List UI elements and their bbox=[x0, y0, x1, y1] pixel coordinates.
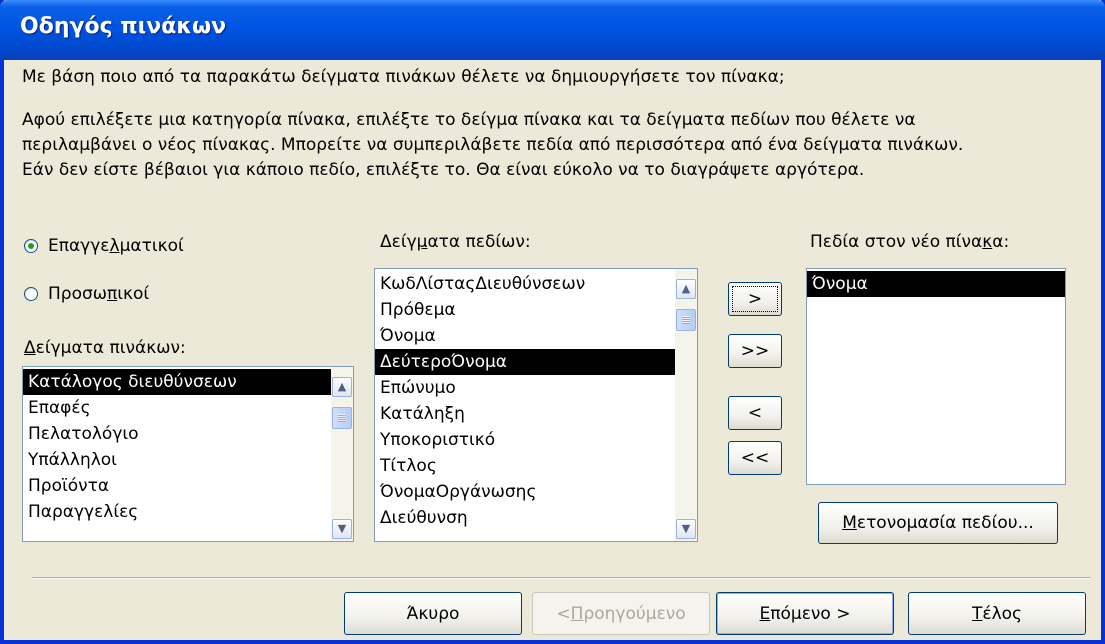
list-item[interactable]: Προϊόντα bbox=[23, 473, 353, 499]
radio-personal[interactable]: Προσωπικοί bbox=[24, 284, 149, 304]
scroll-up-icon[interactable]: ▲ bbox=[676, 279, 696, 299]
scroll-down-icon[interactable]: ▼ bbox=[332, 519, 352, 539]
table-category-group: Επαγγελματικοί Προσωπικοί bbox=[22, 228, 362, 328]
intro-line-3: Εάν δεν είστε βέβαιοι για κάποιο πεδίο, … bbox=[22, 160, 865, 180]
sample-tables-label: Δείγματα πινάκων: bbox=[24, 338, 186, 358]
list-item[interactable]: Όνομα bbox=[375, 323, 697, 349]
list-item[interactable]: ΌνομαΟργάνωσης bbox=[375, 479, 697, 505]
sample-fields-label: Δείγματα πεδίων: bbox=[380, 232, 531, 252]
list-item[interactable]: Κατάληξη bbox=[375, 401, 697, 427]
intro-question: Με βάση ποιο από τα παρακάτω δείγματα πι… bbox=[22, 67, 785, 87]
radio-business[interactable]: Επαγγελματικοί bbox=[24, 236, 184, 256]
finish-button[interactable]: Τέλος bbox=[908, 592, 1086, 635]
list-item[interactable]: ΚωδΛίσταςΔιευθύνσεων bbox=[375, 271, 697, 297]
intro-line-1: Αφού επιλέξετε μια κατηγορία πίνακα, επι… bbox=[22, 110, 916, 130]
list-item[interactable]: Πρόθεμα bbox=[375, 297, 697, 323]
new-table-fields-list[interactable]: Όνομα bbox=[806, 268, 1066, 485]
list-item[interactable]: Επώνυμο bbox=[375, 375, 697, 401]
list-item[interactable]: Κατάλογος διευθύνσεων bbox=[23, 369, 353, 395]
list-item[interactable]: Πελατολόγιο bbox=[23, 421, 353, 447]
scroll-thumb[interactable] bbox=[332, 407, 352, 429]
list-item[interactable]: Παραγγελίες bbox=[23, 499, 353, 525]
add-all-fields-button[interactable]: >> bbox=[728, 334, 782, 368]
list-item[interactable]: Όνομα bbox=[807, 271, 1065, 297]
scroll-thumb[interactable] bbox=[676, 309, 696, 331]
sample-fields-scrollbar[interactable]: ▲ ▼ bbox=[675, 269, 697, 541]
radio-personal-label: Προσωπικοί bbox=[48, 284, 150, 304]
radio-personal-indicator[interactable] bbox=[24, 287, 38, 301]
window-title: Οδηγός πινάκων bbox=[20, 14, 227, 39]
sample-tables-list[interactable]: Κατάλογος διευθύνσεων Επαφές Πελατολόγιο… bbox=[22, 366, 354, 542]
scroll-up-icon[interactable]: ▲ bbox=[332, 377, 352, 397]
list-item[interactable]: ΔεύτεροΌνομα bbox=[375, 349, 697, 375]
back-button[interactable]: < Προηγούμενο bbox=[532, 592, 710, 635]
intro-line-2: περιλαμβάνει ο νέος πίνακας. Μπορείτε να… bbox=[22, 135, 964, 155]
radio-business-label: Επαγγελματικοί bbox=[48, 236, 184, 256]
list-item[interactable]: Υπάλληλοι bbox=[23, 447, 353, 473]
remove-all-fields-button[interactable]: << bbox=[728, 441, 782, 475]
rename-field-button[interactable]: Μετονομασία πεδίου... bbox=[818, 502, 1058, 544]
add-field-button[interactable]: > bbox=[728, 282, 782, 316]
sample-tables-scrollbar[interactable]: ▲ ▼ bbox=[331, 367, 353, 541]
list-item[interactable]: Διεύθυνση bbox=[375, 505, 697, 531]
list-item[interactable]: Τίτλος bbox=[375, 453, 697, 479]
sample-fields-list[interactable]: ΚωδΛίσταςΔιευθύνσεων Πρόθεμα Όνομα Δεύτε… bbox=[374, 268, 698, 542]
new-table-fields-label: Πεδία στον νέο πίνακα: bbox=[810, 232, 1010, 252]
table-wizard-dialog: Οδηγός πινάκων Με βάση ποιο από τα παρακ… bbox=[0, 0, 1105, 644]
title-bar[interactable]: Οδηγός πινάκων bbox=[0, 0, 1105, 60]
scroll-down-icon[interactable]: ▼ bbox=[676, 519, 696, 539]
list-item[interactable]: Επαφές bbox=[23, 395, 353, 421]
cancel-button[interactable]: Άκυρο bbox=[344, 592, 522, 635]
remove-field-button[interactable]: < bbox=[728, 396, 782, 430]
next-button[interactable]: Επόμενο > bbox=[716, 592, 894, 635]
separator bbox=[32, 577, 1090, 579]
list-item[interactable]: Υποκοριστικό bbox=[375, 427, 697, 453]
radio-business-indicator[interactable] bbox=[24, 239, 38, 253]
